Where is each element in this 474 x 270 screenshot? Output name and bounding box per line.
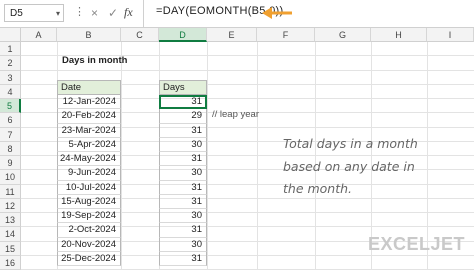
name-box[interactable]: D5 ▾ bbox=[4, 4, 64, 22]
gridline bbox=[315, 42, 316, 270]
days-cell[interactable]: 31 bbox=[159, 123, 207, 138]
days-cell[interactable]: 31 bbox=[159, 152, 207, 167]
cancel-icon[interactable]: × bbox=[91, 4, 98, 22]
date-cell[interactable]: 2-Oct-2024 bbox=[57, 223, 121, 238]
column-header-d[interactable]: D bbox=[159, 28, 207, 42]
row-header-11[interactable]: 11 bbox=[0, 184, 21, 199]
row-header-3[interactable]: 3 bbox=[0, 70, 21, 85]
days-cell[interactable]: 30 bbox=[159, 209, 207, 224]
days-cell[interactable]: 31 bbox=[159, 180, 207, 195]
date-cell[interactable]: 10-Jul-2024 bbox=[57, 180, 121, 195]
chevron-down-icon[interactable]: ▾ bbox=[56, 5, 60, 23]
row-header-4[interactable]: 4 bbox=[0, 84, 21, 99]
column-header-f[interactable]: F bbox=[257, 28, 315, 42]
column-header-b[interactable]: B bbox=[57, 28, 121, 42]
row-header-5[interactable]: 5 bbox=[0, 99, 21, 114]
select-all-corner[interactable] bbox=[0, 28, 21, 42]
column-header-a[interactable]: A bbox=[21, 28, 57, 42]
row-header-6[interactable]: 6 bbox=[0, 113, 21, 128]
formula-bar: D5 ▾ ⋮ × ✓ fx =DAY(EOMONTH(B5,0)) bbox=[0, 0, 474, 28]
row-header-9[interactable]: 9 bbox=[0, 156, 21, 171]
days-cell[interactable]: 31 bbox=[159, 194, 207, 209]
arrow-left-icon bbox=[262, 7, 292, 19]
explanation-line-1: Total days in a month bbox=[283, 136, 418, 151]
leap-year-note[interactable]: // leap year bbox=[212, 109, 259, 120]
row-header-10[interactable]: 10 bbox=[0, 170, 21, 185]
date-cell[interactable]: 5-Apr-2024 bbox=[57, 137, 121, 152]
explanation-line-2: based on any date in bbox=[283, 159, 415, 174]
exceljet-logo: EXCELJET bbox=[368, 234, 466, 254]
more-options-icon[interactable]: ⋮ bbox=[74, 3, 85, 21]
date-cell[interactable]: 12-Jan-2024 bbox=[57, 95, 121, 110]
row-header-16[interactable]: 16 bbox=[0, 255, 21, 270]
column-header-e[interactable]: E bbox=[207, 28, 257, 42]
date-cell[interactable]: 19-Sep-2024 bbox=[57, 209, 121, 224]
row-header-14[interactable]: 14 bbox=[0, 227, 21, 242]
days-cell[interactable]: 30 bbox=[159, 237, 207, 252]
column-header-c[interactable]: C bbox=[121, 28, 159, 42]
row-header-2[interactable]: 2 bbox=[0, 56, 21, 71]
gridline bbox=[207, 42, 208, 270]
gridline bbox=[257, 42, 258, 270]
column-header-g[interactable]: G bbox=[315, 28, 371, 42]
insert-function-icon[interactable]: fx bbox=[124, 3, 133, 21]
column-header-i[interactable]: I bbox=[427, 28, 474, 42]
date-cell[interactable]: 25-Dec-2024 bbox=[57, 251, 121, 266]
name-box-value: D5 bbox=[10, 8, 23, 19]
date-cell[interactable]: 20-Feb-2024 bbox=[57, 109, 121, 124]
days-cell[interactable]: 30 bbox=[159, 137, 207, 152]
row-header-7[interactable]: 7 bbox=[0, 127, 21, 142]
sheet-title: Days in month bbox=[62, 55, 128, 66]
explanation-line-3: the month. bbox=[283, 181, 353, 196]
date-cell[interactable]: 15-Aug-2024 bbox=[57, 194, 121, 209]
column-header-h[interactable]: H bbox=[371, 28, 427, 42]
days-cell[interactable]: 31 bbox=[159, 223, 207, 238]
gridline bbox=[121, 42, 122, 270]
date-cell[interactable]: 9-Jun-2024 bbox=[57, 166, 121, 181]
row-header-12[interactable]: 12 bbox=[0, 198, 21, 213]
active-cell-d5[interactable]: 31 bbox=[159, 95, 207, 110]
date-cell[interactable]: 24-May-2024 bbox=[57, 152, 121, 167]
row-header-15[interactable]: 15 bbox=[0, 241, 21, 256]
confirm-icon[interactable]: ✓ bbox=[108, 4, 118, 22]
date-cell[interactable]: 23-Mar-2024 bbox=[57, 123, 121, 138]
days-cell[interactable]: 30 bbox=[159, 166, 207, 181]
row-header-1[interactable]: 1 bbox=[0, 42, 21, 57]
days-cell[interactable]: 31 bbox=[159, 251, 207, 266]
date-cell[interactable]: 20-Nov-2024 bbox=[57, 237, 121, 252]
gridline bbox=[21, 69, 474, 71]
days-header[interactable]: Days bbox=[159, 80, 207, 95]
row-header-8[interactable]: 8 bbox=[0, 141, 21, 156]
days-cell[interactable]: 29 bbox=[159, 109, 207, 124]
row-header-13[interactable]: 13 bbox=[0, 213, 21, 228]
date-header[interactable]: Date bbox=[57, 80, 121, 95]
